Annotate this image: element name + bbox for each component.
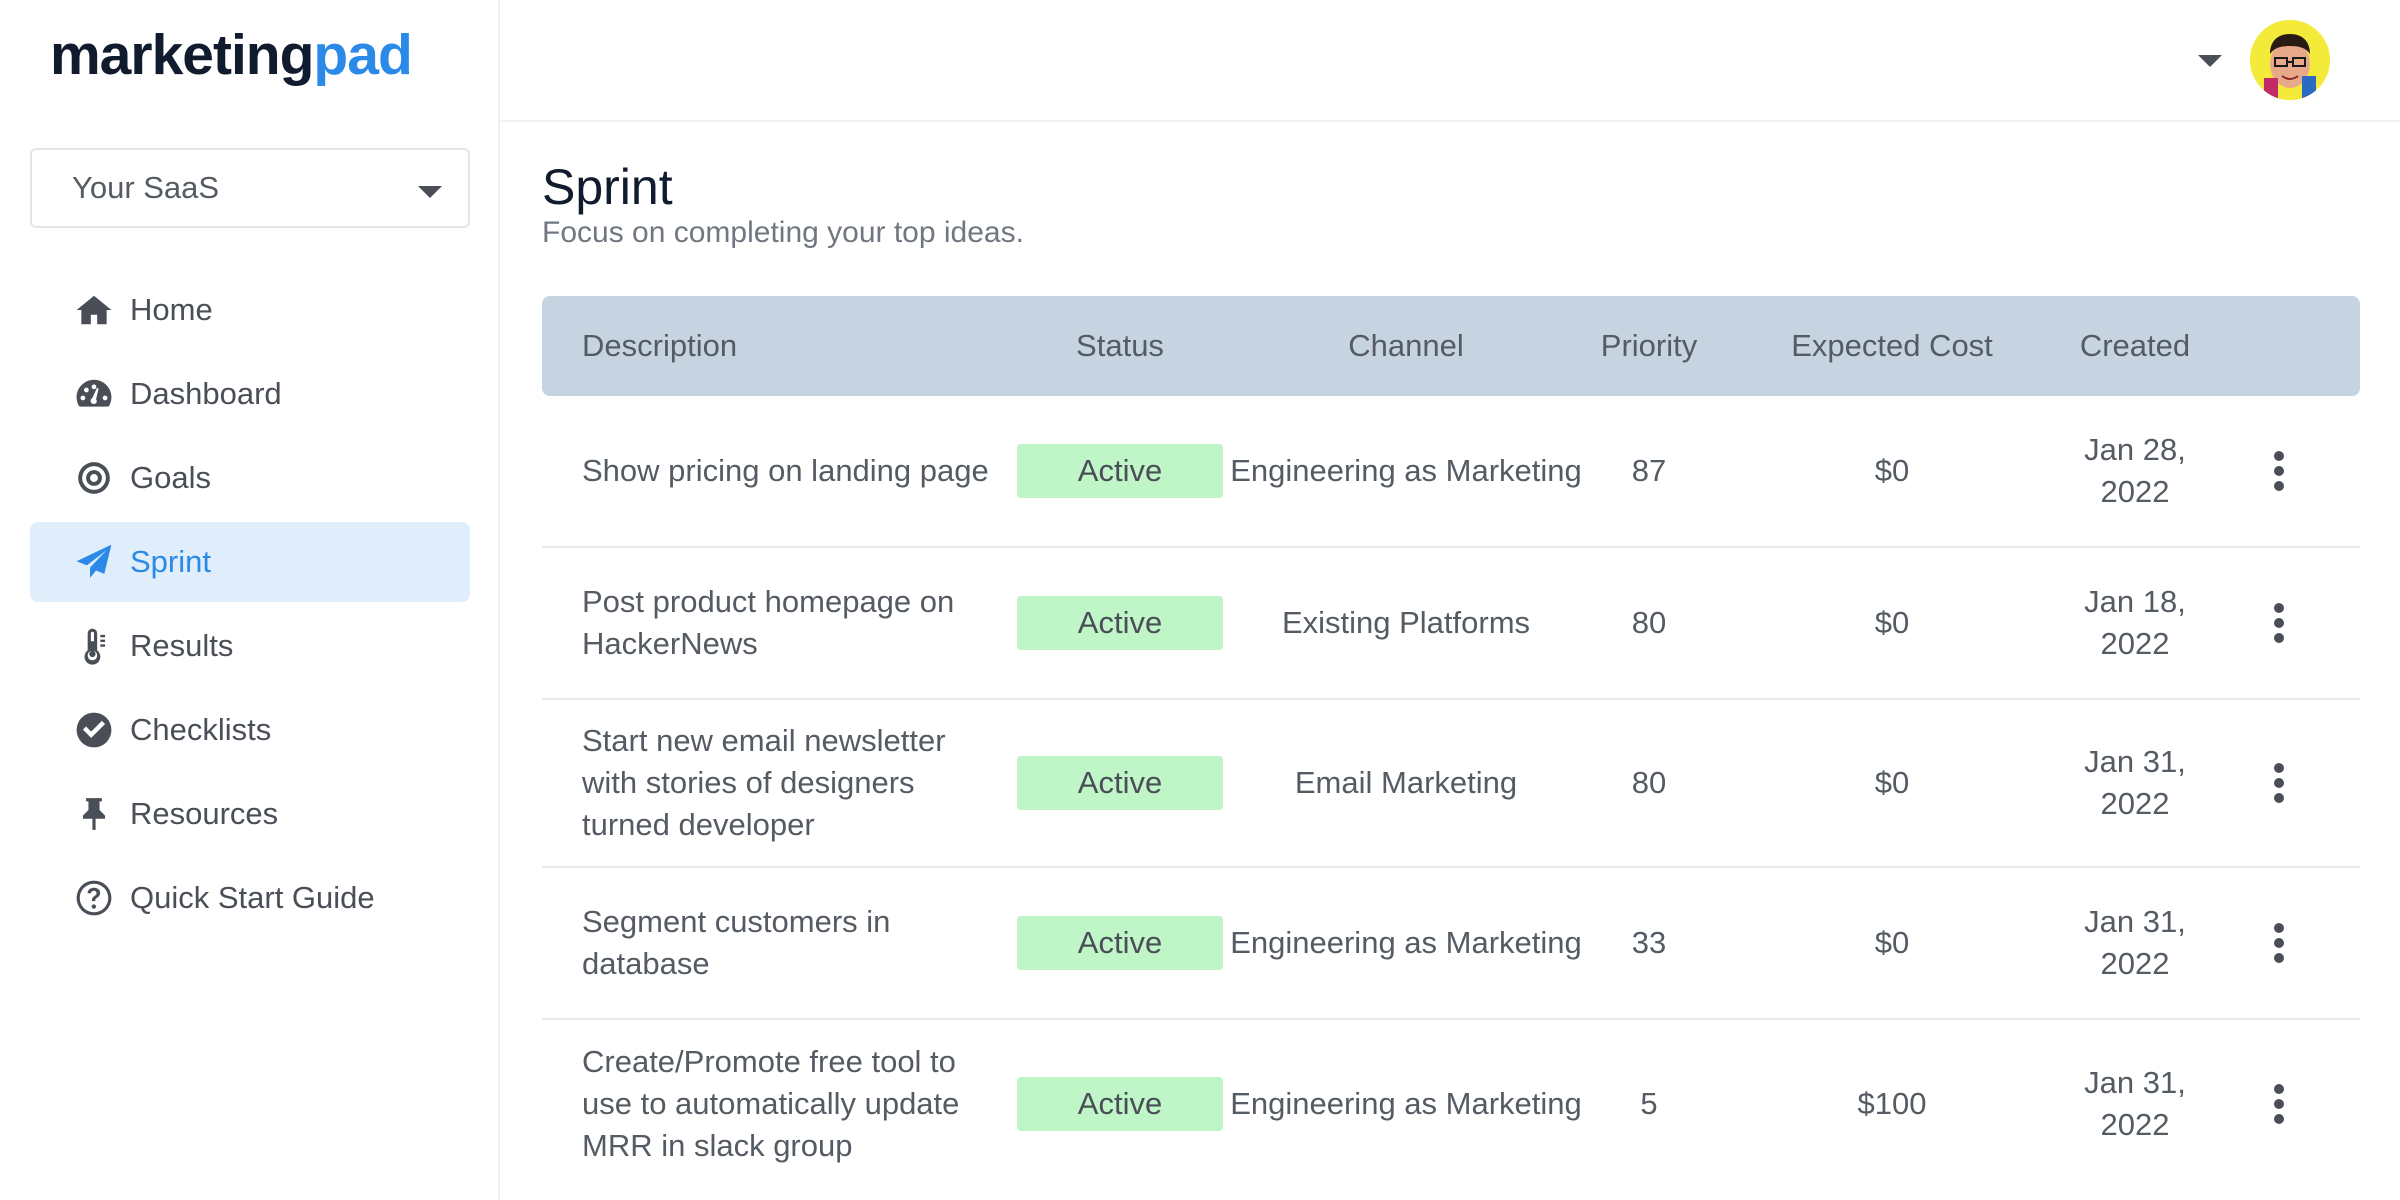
sidebar-item-goals[interactable]: Goals bbox=[30, 438, 470, 518]
row-channel: Existing Platforms bbox=[1281, 605, 1531, 640]
sidebar-item-label: Quick Start Guide bbox=[130, 880, 375, 915]
row-created: Jan 31, 2022 bbox=[2084, 1065, 2186, 1142]
column-header-status[interactable]: Status bbox=[1014, 328, 1226, 364]
logo-text-part1: marketing bbox=[50, 23, 314, 87]
row-channel: Engineering as Marketing bbox=[1230, 1086, 1582, 1121]
status-badge[interactable]: Active bbox=[1017, 1077, 1223, 1131]
chevron-down-icon bbox=[418, 186, 442, 198]
table-row[interactable]: Post product homepage on HackerNews Acti… bbox=[542, 548, 2360, 700]
row-priority: 33 bbox=[1631, 925, 1667, 960]
row-status-cell: Active bbox=[1014, 596, 1226, 650]
sidebar-item-results[interactable]: Results bbox=[30, 606, 470, 686]
sprint-table: Description Status Channel Priority Expe… bbox=[542, 296, 2360, 1188]
row-actions-cell bbox=[2198, 763, 2360, 803]
column-header-expected-cost[interactable]: Expected Cost bbox=[1712, 328, 2072, 364]
row-priority: 87 bbox=[1631, 453, 1667, 488]
row-actions-cell bbox=[2198, 603, 2360, 643]
sidebar-item-label: Home bbox=[130, 292, 213, 327]
row-description: Create/Promote free tool to use to autom… bbox=[582, 1044, 960, 1163]
sidebar-item-label: Sprint bbox=[130, 544, 211, 579]
sidebar-item-resources[interactable]: Resources bbox=[30, 774, 470, 854]
dashboard-icon bbox=[74, 374, 114, 414]
row-description: Start new email newsletter with stories … bbox=[582, 723, 946, 842]
status-badge[interactable]: Active bbox=[1017, 596, 1223, 650]
table-row[interactable]: Create/Promote free tool to use to autom… bbox=[542, 1020, 2360, 1188]
row-created: Jan 28, 2022 bbox=[2084, 432, 2186, 509]
table-row[interactable]: Start new email newsletter with stories … bbox=[542, 700, 2360, 868]
row-expected-cost: $0 bbox=[1874, 605, 1910, 640]
row-status-cell: Active bbox=[1014, 1077, 1226, 1131]
sidebar-item-sprint[interactable]: Sprint bbox=[30, 522, 470, 602]
avatar[interactable] bbox=[2250, 20, 2330, 100]
sidebar-item-label: Checklists bbox=[130, 712, 272, 747]
row-expected-cost: $0 bbox=[1874, 453, 1910, 488]
more-options-icon[interactable] bbox=[2269, 451, 2289, 491]
row-expected-cost: $100 bbox=[1857, 1086, 1927, 1121]
check-circle-icon bbox=[74, 710, 114, 750]
row-actions-cell bbox=[2198, 1084, 2360, 1124]
sidebar-item-checklists[interactable]: Checklists bbox=[30, 690, 470, 770]
row-status-cell: Active bbox=[1014, 444, 1226, 498]
workspace-select[interactable]: Your SaaS bbox=[30, 148, 470, 228]
question-circle-icon bbox=[74, 878, 114, 918]
workspace-select-value: Your SaaS bbox=[72, 170, 220, 205]
row-created: Jan 31, 2022 bbox=[2084, 904, 2186, 981]
chevron-down-icon[interactable] bbox=[2198, 55, 2222, 67]
row-created: Jan 31, 2022 bbox=[2084, 744, 2186, 821]
sidebar-item-home[interactable]: Home bbox=[30, 270, 470, 350]
home-icon bbox=[74, 290, 114, 330]
app-logo[interactable]: marketingpad bbox=[50, 22, 413, 88]
row-status-cell: Active bbox=[1014, 756, 1226, 810]
sidebar-item-quick-start-guide[interactable]: Quick Start Guide bbox=[30, 858, 470, 938]
column-header-priority[interactable]: Priority bbox=[1586, 328, 1712, 364]
sidebar-item-dashboard[interactable]: Dashboard bbox=[30, 354, 470, 434]
table-header: Description Status Channel Priority Expe… bbox=[542, 296, 2360, 396]
status-badge[interactable]: Active bbox=[1017, 916, 1223, 970]
more-options-icon[interactable] bbox=[2269, 923, 2289, 963]
row-channel: Engineering as Marketing bbox=[1230, 453, 1582, 488]
row-priority: 80 bbox=[1631, 605, 1667, 640]
row-expected-cost: $0 bbox=[1874, 765, 1910, 800]
thermometer-icon bbox=[74, 626, 114, 666]
table-row[interactable]: Show pricing on landing page Active Engi… bbox=[542, 396, 2360, 548]
sidebar-item-label: Results bbox=[130, 628, 234, 663]
table-row[interactable]: Segment customers in database Active Eng… bbox=[542, 868, 2360, 1020]
top-bar bbox=[500, 0, 2400, 122]
sidebar-item-label: Resources bbox=[130, 796, 279, 831]
page-subtitle: Focus on completing your top ideas. bbox=[542, 216, 1024, 249]
row-description: Post product homepage on HackerNews bbox=[582, 584, 955, 661]
sidebar: marketingpad Your SaaS Home Dashboard Go… bbox=[0, 0, 500, 1200]
page-title: Sprint bbox=[542, 159, 673, 215]
row-actions-cell bbox=[2198, 923, 2360, 963]
status-badge[interactable]: Active bbox=[1017, 444, 1223, 498]
more-options-icon[interactable] bbox=[2269, 763, 2289, 803]
more-options-icon[interactable] bbox=[2269, 1084, 2289, 1124]
row-actions-cell bbox=[2198, 451, 2360, 491]
column-header-channel[interactable]: Channel bbox=[1226, 325, 1586, 367]
row-priority: 80 bbox=[1631, 765, 1667, 800]
row-channel: Engineering as Marketing bbox=[1230, 925, 1582, 960]
column-header-created[interactable]: Created bbox=[2072, 325, 2198, 367]
row-status-cell: Active bbox=[1014, 916, 1226, 970]
sidebar-item-label: Dashboard bbox=[130, 376, 282, 411]
row-priority: 5 bbox=[1640, 1086, 1658, 1121]
logo-text-part2: pad bbox=[313, 23, 412, 87]
user-avatar-icon bbox=[2250, 20, 2330, 100]
more-options-icon[interactable] bbox=[2269, 603, 2289, 643]
row-channel: Email Marketing bbox=[1294, 765, 1518, 800]
pin-icon bbox=[74, 794, 114, 834]
row-created: Jan 18, 2022 bbox=[2084, 584, 2186, 661]
status-badge[interactable]: Active bbox=[1017, 756, 1223, 810]
row-description: Show pricing on landing page bbox=[582, 453, 989, 488]
row-description: Segment customers in database bbox=[582, 904, 891, 981]
sidebar-item-label: Goals bbox=[130, 460, 211, 495]
sidebar-nav: Home Dashboard Goals Sprint Results Chec… bbox=[30, 270, 470, 942]
paper-plane-icon bbox=[74, 542, 114, 582]
column-header-description[interactable]: Description bbox=[542, 325, 1014, 367]
target-icon bbox=[74, 458, 114, 498]
row-expected-cost: $0 bbox=[1874, 925, 1910, 960]
